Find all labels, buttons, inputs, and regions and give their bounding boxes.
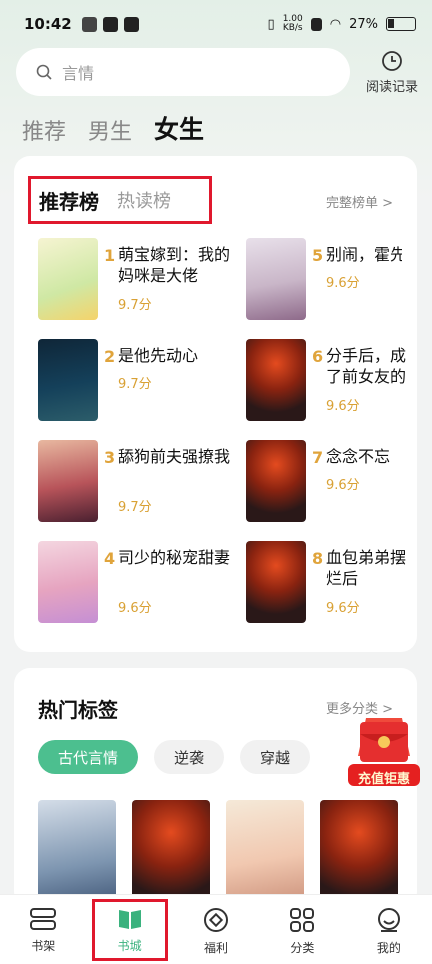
book-score: 9.6分 (326, 276, 360, 291)
wifi-icon: ◠ (329, 16, 342, 32)
nav-categories[interactable]: 分类 (259, 895, 345, 964)
book-item[interactable]: 1 萌宝嫁到：我的妈咪是大佬 9.7分 (14, 238, 230, 322)
rank-number: 7 (312, 448, 324, 467)
tab-recommend[interactable]: 推荐 (22, 114, 66, 146)
tiktok-icon (123, 16, 139, 32)
nav-bookshelf[interactable]: 书架 (0, 895, 86, 964)
book-item[interactable]: 2 是他先动心 9.7分 (14, 339, 214, 423)
status-time: 10:42 (24, 15, 72, 33)
book-cover (246, 440, 306, 522)
book-item[interactable]: 4 司少的秘宠甜妻 9.6分 (14, 541, 230, 625)
search-bar[interactable]: 言情 (16, 48, 350, 96)
book-cover (38, 238, 98, 320)
book-title: 别闹，霍先生 (326, 245, 402, 264)
search-placeholder: 言情 (62, 64, 95, 83)
nav-benefits[interactable]: 福利 (173, 895, 259, 964)
full-ranking-link[interactable]: 完整榜单 > (326, 192, 393, 211)
book-score: 9.7分 (118, 377, 152, 392)
rank-number: 2 (104, 347, 116, 366)
book-title: 萌宝嫁到：我的妈咪是大佬 (118, 245, 231, 285)
reading-history-button[interactable]: 阅读记录 (362, 50, 422, 95)
book-item[interactable]: 6 分手后，成了前女友的朱砂痣 9.6分 (222, 339, 422, 423)
book-cover (38, 339, 98, 421)
tab-recommend-ranking[interactable]: 推荐榜 (39, 186, 99, 215)
book-title: 分手后，成了前女友的朱砂痣 (326, 346, 407, 386)
book-score: 9.7分 (118, 500, 152, 515)
bookshelf-icon (30, 908, 57, 930)
battery-icon (386, 17, 416, 31)
rank-number: 5 (312, 246, 324, 265)
book-cover (246, 541, 306, 623)
rank-number: 6 (312, 347, 324, 366)
ranking-card: 推荐榜 热读榜 完整榜单 > 1 萌宝嫁到：我的妈咪是大佬 9.7分 2 是他先… (14, 156, 417, 652)
status-bar: 10:42 ▯ 1.00 KB/s ◠ 27% (0, 0, 432, 48)
recharge-promo-button[interactable]: 充值钜惠 (346, 712, 422, 792)
chip-comeback[interactable]: 逆袭 (154, 740, 225, 774)
book-score: 9.6分 (326, 399, 360, 414)
nav-profile[interactable]: 我的 (346, 895, 432, 964)
clock-icon (382, 51, 402, 71)
rank-number: 3 (104, 448, 116, 467)
book-score: 9.6分 (326, 601, 360, 616)
tab-hot-ranking[interactable]: 热读榜 (117, 187, 171, 213)
book-cover (246, 339, 306, 421)
reading-history-label: 阅读记录 (365, 80, 418, 95)
message-icon (102, 16, 118, 32)
book-title: 念念不忘 (326, 447, 391, 466)
book-cover[interactable] (226, 800, 304, 908)
battery-percent: 27% (349, 16, 378, 32)
chip-time-travel[interactable]: 穿越 (240, 740, 311, 774)
book-cover[interactable] (320, 800, 398, 908)
nav-bookstore[interactable]: 书城 (86, 895, 172, 964)
book-item[interactable]: 7 念念不忘 9.6分 (222, 440, 422, 524)
channel-tabs: 推荐 男生 女生 (22, 110, 204, 146)
book-cover[interactable] (132, 800, 210, 908)
rank-number: 4 (104, 549, 116, 568)
tag-chips: 古代言情 逆袭 穿越 (38, 740, 311, 774)
rank-number: 8 (312, 549, 324, 568)
notification-icon (81, 16, 97, 32)
network-speed: 1.00 KB/s (282, 14, 303, 33)
tab-female[interactable]: 女生 (154, 110, 204, 146)
bottom-nav: 书架 书城 福利 分类 我的 (0, 894, 432, 964)
grid-icon (290, 908, 315, 932)
book-cover (38, 541, 98, 623)
book-score: 9.6分 (326, 478, 360, 493)
book-item[interactable]: 3 舔狗前夫强撩我 9.7分 (14, 440, 230, 524)
chip-ancient-romance[interactable]: 古代言情 (38, 740, 139, 774)
coin-icon (204, 908, 229, 932)
book-title: 是他先动心 (118, 346, 199, 365)
vibrate-icon: ▯ (267, 16, 275, 32)
recharge-promo-label: 充值钜惠 (357, 772, 410, 787)
book-score: 9.7分 (118, 298, 152, 313)
book-cover (38, 440, 98, 522)
book-cover (246, 238, 306, 320)
ranking-tabs: 推荐榜 热读榜 (28, 176, 212, 224)
rank-number: 1 (104, 246, 116, 265)
hot-tags-title: 热门标签 (38, 698, 118, 722)
book-title: 血包弟弟摆烂后 (326, 548, 407, 588)
book-title: 司少的秘宠甜妻 (118, 548, 231, 567)
tab-male[interactable]: 男生 (88, 114, 132, 146)
book-item[interactable]: 5 别闹，霍先生 9.6分 (222, 238, 422, 322)
profile-icon (377, 908, 400, 932)
book-title: 舔狗前夫强撩我 (118, 447, 231, 466)
book-score: 9.6分 (118, 601, 152, 616)
hot-book-covers (38, 800, 398, 908)
nav-highlight-box (92, 899, 169, 961)
sim-icon (310, 17, 322, 31)
search-icon (36, 64, 52, 80)
book-item[interactable]: 8 血包弟弟摆烂后 9.6分 (222, 541, 422, 625)
book-cover[interactable] (38, 800, 116, 908)
